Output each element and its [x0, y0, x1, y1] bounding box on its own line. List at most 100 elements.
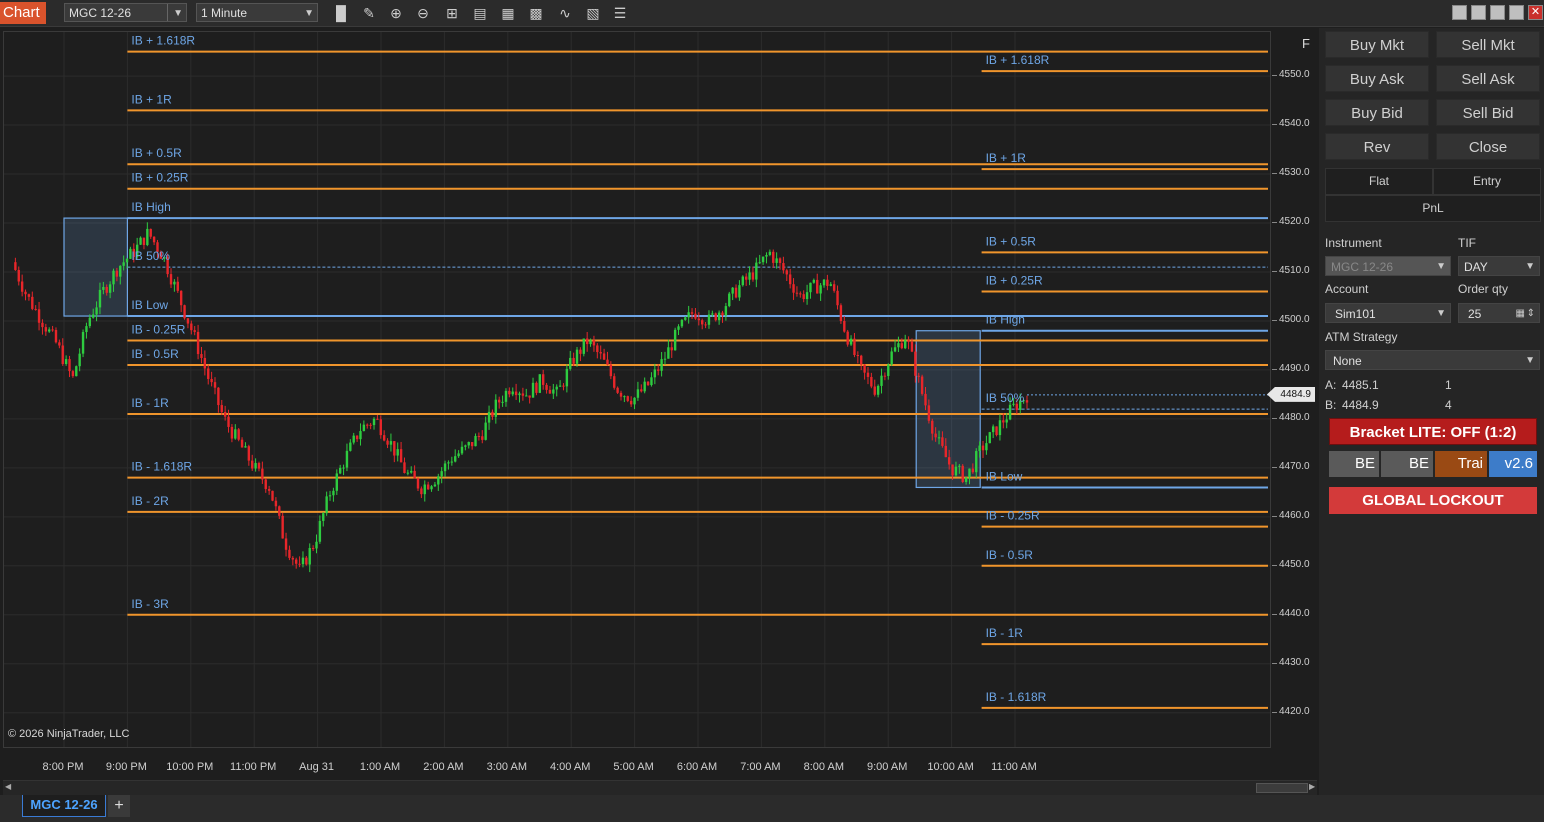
candle-body	[14, 262, 17, 270]
close-position-button[interactable]: Close	[1436, 133, 1540, 160]
calculator-icon[interactable]: ▦	[1516, 304, 1525, 324]
candle-body	[362, 424, 366, 432]
time-axis[interactable]: 8:00 PM 9:00 PM 10:00 PM 11:00 PM Aug 31 1:00…	[3, 749, 1271, 779]
price-tick-label: 4420.0	[1279, 705, 1310, 717]
candle-body	[660, 359, 663, 371]
crosshair-icon[interactable]: ⊞	[443, 4, 461, 22]
buy-bid-button[interactable]: Buy Bid	[1325, 99, 1429, 126]
sell-market-button[interactable]: Sell Mkt	[1436, 31, 1540, 58]
template-icon[interactable]: ▦	[499, 4, 517, 22]
scroll-right-icon[interactable]: ▶	[1309, 782, 1315, 791]
candle-body	[748, 272, 751, 280]
ib-level-label: IB - 1R	[986, 626, 1024, 640]
indicator-icon[interactable]: ▧	[584, 4, 602, 22]
ask-price: 4485.1	[1342, 378, 1379, 392]
chart-window-tab[interactable]: Chart	[0, 2, 46, 24]
trail-button[interactable]: Trai	[1435, 451, 1487, 477]
restore-window-icon[interactable]	[1471, 5, 1486, 20]
time-tick-label: 10:00 AM	[927, 761, 974, 773]
candle-body	[146, 228, 149, 246]
candle-body	[782, 263, 785, 271]
close-window-icon[interactable]: ✕	[1528, 5, 1543, 20]
minimize-window-icon[interactable]	[1490, 5, 1505, 20]
bid-size: 4	[1445, 398, 1452, 412]
candle-body	[440, 471, 443, 477]
zoom-out-icon[interactable]: ⊖	[414, 4, 432, 22]
ib-level-label: IB Low	[131, 298, 168, 312]
candle-body	[389, 441, 393, 445]
instrument-dropdown-value: MGC 12-26	[1331, 260, 1394, 274]
candle-body	[352, 435, 355, 443]
maximize-window-icon[interactable]	[1509, 5, 1524, 20]
candle-body	[822, 279, 826, 286]
buy-ask-button[interactable]: Buy Ask	[1325, 65, 1429, 92]
candle-body	[856, 355, 860, 357]
sell-ask-button[interactable]: Sell Ask	[1436, 65, 1540, 92]
candle-body	[768, 251, 772, 255]
order-qty-stepper[interactable]: 25 ▦ ⇕	[1458, 303, 1540, 323]
candle-body	[751, 272, 755, 280]
ib-level-label: IB Low	[986, 469, 1023, 483]
candle-body	[991, 426, 995, 433]
version-button[interactable]: v2.6	[1489, 451, 1537, 477]
candle-body	[169, 274, 173, 285]
instrument-tab[interactable]: MGC 12-26	[22, 795, 106, 817]
buy-market-button[interactable]: Buy Mkt	[1325, 31, 1429, 58]
candle-body	[650, 377, 653, 386]
breakeven-button-2[interactable]: BE	[1381, 451, 1433, 477]
ib-range-box-1	[63, 217, 129, 317]
zoom-in-icon[interactable]: ⊕	[387, 4, 405, 22]
draw-pencil-icon[interactable]: ✎	[360, 4, 378, 22]
candle-body	[176, 281, 179, 291]
candle-body	[947, 457, 951, 465]
strategy-icon[interactable]: ∿	[556, 4, 574, 22]
candle-body	[741, 276, 744, 286]
candle-body	[839, 305, 843, 322]
atm-strategy-dropdown[interactable]: None ▼	[1325, 350, 1540, 370]
candle-body	[44, 327, 48, 332]
candle-body	[308, 547, 311, 565]
bar-type-icon[interactable]: █	[332, 4, 350, 22]
candle-body	[369, 424, 372, 426]
bracket-lite-toggle[interactable]: Bracket LITE: OFF (1:2)	[1329, 418, 1537, 445]
horizontal-scrollbar[interactable]: ◀ ▶	[3, 780, 1317, 795]
candle-body	[200, 354, 203, 358]
candle-body	[359, 431, 362, 440]
chart-panel[interactable]: IB + 1.618R IB + 1R IB + 0.5R IB + 0.25R IB …	[3, 31, 1271, 748]
reverse-button[interactable]: Rev	[1325, 133, 1429, 160]
candle-body	[704, 324, 707, 326]
copyright-text: © 2026 NinjaTrader, LLC	[8, 728, 130, 740]
add-tab-button[interactable]: +	[108, 795, 130, 817]
menu-icon[interactable]: ☰	[611, 4, 629, 22]
candle-body	[778, 258, 782, 264]
interval-selector[interactable]: 1 Minute ▼	[196, 3, 318, 22]
candle-body	[582, 338, 585, 354]
scrollbar-thumb[interactable]	[1256, 783, 1308, 793]
candle-body	[619, 392, 623, 397]
candle-body	[849, 338, 853, 345]
price-chart[interactable]: IB + 1.618R IB + 1R IB + 0.5R IB + 0.25R IB …	[4, 32, 1270, 747]
candle-body	[893, 347, 897, 352]
candle-body	[338, 467, 342, 474]
scroll-left-icon[interactable]: ◀	[5, 782, 11, 791]
breakeven-button-1[interactable]: BE	[1329, 451, 1379, 477]
sell-bid-button[interactable]: Sell Bid	[1436, 99, 1540, 126]
tile-window-icon[interactable]	[1452, 5, 1467, 20]
candle-body	[420, 488, 423, 495]
instrument-selector[interactable]: MGC 12-26 ▼	[64, 3, 187, 22]
tif-dropdown[interactable]: DAY ▼	[1458, 256, 1540, 276]
time-tick-label: 5:00 AM	[613, 761, 654, 773]
account-dropdown[interactable]: Sim101 ▼	[1325, 303, 1451, 323]
candle-body	[403, 462, 406, 473]
global-lockout-button[interactable]: GLOBAL LOCKOUT	[1329, 487, 1537, 514]
candle-body	[464, 445, 467, 447]
instrument-dropdown[interactable]: MGC 12-26 ▼	[1325, 256, 1451, 276]
candle-body	[714, 313, 717, 321]
properties-icon[interactable]: ▤	[471, 4, 489, 22]
time-tick-label: 8:00 PM	[42, 761, 84, 773]
spinner-icon[interactable]: ⇕	[1527, 304, 1535, 324]
candle-body	[68, 359, 71, 372]
time-tick-label: 7:00 AM	[740, 761, 781, 773]
data-box-icon[interactable]: ▩	[527, 4, 545, 22]
candle-body	[934, 433, 937, 438]
